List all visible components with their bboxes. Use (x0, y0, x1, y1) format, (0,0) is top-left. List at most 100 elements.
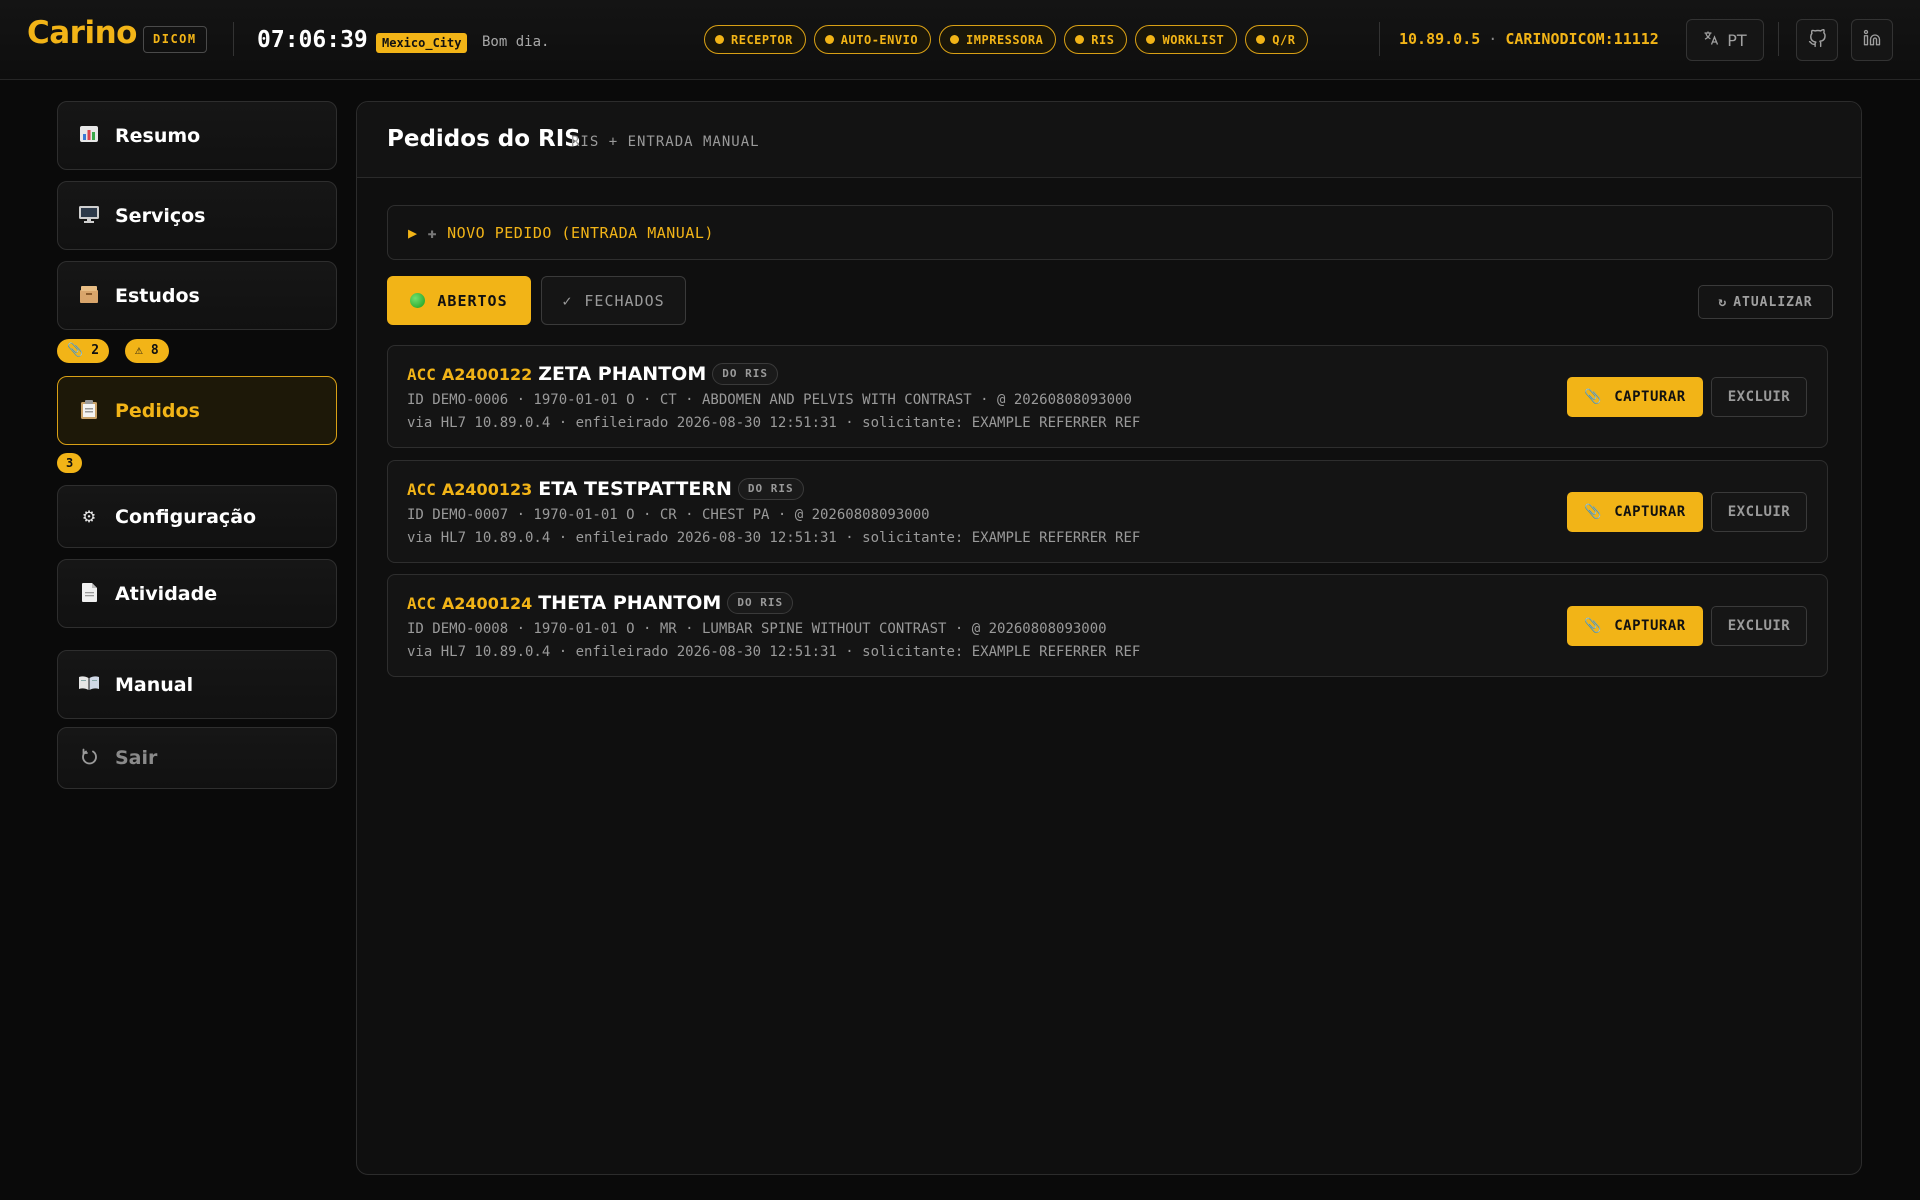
patient-name: ZETA PHANTOM (538, 363, 707, 385)
accession-number: A2400124 (441, 593, 533, 613)
accession-prefix: ACC (407, 479, 436, 499)
tag-icon: 📎 (67, 343, 84, 358)
order-meta: via HL7 10.89.0.4 · enfileirado 2026-08-… (407, 530, 1141, 546)
host-ip: 10.89.0.5 (1399, 30, 1481, 48)
app-logo[interactable]: Carino (27, 18, 137, 49)
patient-name: ETA TESTPATTERN (538, 478, 732, 500)
gear-icon: ⚙ (81, 506, 97, 526)
status-dot-icon (715, 35, 724, 44)
sidebar-item-label: Configuração (115, 505, 257, 528)
tagged-count: 2 (91, 343, 100, 358)
order-heading: ACC A2400123 ETA TESTPATTERN DO RIS (407, 478, 804, 500)
capture-label: CAPTURAR (1614, 504, 1686, 520)
sidebar-item-servicos[interactable]: Serviços (57, 181, 337, 250)
service-pill-auto-envio[interactable]: AUTO-ENVIO (813, 25, 932, 54)
warnings-badge: ⚠ 8 (125, 339, 169, 363)
tab-label: FECHADOS (584, 291, 665, 310)
triangle-right-icon: ▶ (408, 223, 418, 242)
capture-label: CAPTURAR (1614, 618, 1686, 634)
plus-icon: ✚ (427, 223, 438, 242)
service-pill-receptor[interactable]: RECEPTOR (704, 25, 806, 54)
sidebar-item-sair[interactable]: Sair (57, 727, 337, 789)
host-separator: · (1488, 30, 1498, 48)
tagged-studies-badge: 📎 2 (57, 339, 110, 363)
sidebar-item-label: Atividade (115, 582, 218, 605)
order-card: ACC A2400123 ETA TESTPATTERN DO RIS ID D… (387, 460, 1828, 563)
power-icon (79, 748, 99, 768)
divider (233, 22, 234, 56)
service-pill-ris[interactable]: RIS (1064, 25, 1128, 54)
orders-panel: Pedidos do RIS RIS + ENTRADA MANUAL ▶ ✚ … (356, 101, 1862, 1175)
sidebar-item-estudos[interactable]: Estudos (57, 261, 337, 330)
clipboard-icon (79, 399, 99, 422)
source-badge: DO RIS (727, 592, 794, 614)
tag-icon: 📎 (1584, 618, 1603, 634)
order-meta: via HL7 10.89.0.4 · enfileirado 2026-08-… (407, 644, 1141, 660)
order-heading: ACC A2400124 THETA PHANTOM DO RIS (407, 592, 794, 614)
delete-button[interactable]: EXCLUIR (1711, 606, 1807, 646)
sidebar-item-label: Estudos (115, 284, 200, 307)
linkedin-icon (1863, 29, 1881, 51)
tab-label: ABERTOS (437, 291, 508, 310)
delete-button[interactable]: EXCLUIR (1711, 377, 1807, 417)
timezone-badge: Mexico_City (376, 33, 468, 53)
refresh-label: ATUALIZAR (1733, 294, 1813, 310)
new-order-toggle[interactable]: ▶ ✚ NOVO PEDIDO (ENTRADA MANUAL) (387, 205, 1833, 260)
status-dot-icon (1146, 35, 1156, 44)
document-icon (79, 582, 99, 605)
order-details: ID DEMO-0007 · 1970-01-01 O · CR · CHEST… (407, 507, 930, 523)
capture-button[interactable]: 📎 CAPTURAR (1567, 492, 1703, 532)
service-pill-impressora[interactable]: IMPRESSORA (939, 25, 1057, 54)
service-pill-qr[interactable]: Q/R (1245, 25, 1309, 54)
warnings-count: 8 (150, 343, 159, 358)
bar-chart-icon (79, 126, 99, 145)
linkedin-button[interactable] (1851, 19, 1893, 61)
sidebar-item-label: Serviços (115, 204, 206, 227)
tab-open-orders[interactable]: ABERTOS (387, 276, 531, 325)
box-icon (79, 285, 99, 306)
capture-button[interactable]: 📎 CAPTURAR (1567, 606, 1703, 646)
github-button[interactable] (1796, 19, 1838, 61)
divider (1778, 22, 1779, 56)
github-icon (1808, 28, 1827, 52)
delete-button[interactable]: EXCLUIR (1711, 492, 1807, 532)
sidebar-item-label: Pedidos (115, 399, 200, 422)
translate-icon (1703, 30, 1719, 50)
refresh-button[interactable]: ↻ ATUALIZAR (1698, 285, 1833, 319)
service-pill-worklist[interactable]: WORKLIST (1135, 25, 1238, 54)
accession-number: A2400122 (441, 364, 533, 384)
service-pill-label: WORKLIST (1162, 32, 1225, 47)
order-details: ID DEMO-0008 · 1970-01-01 O · MR · LUMBA… (407, 621, 1107, 637)
logo-tag: DICOM (143, 26, 207, 53)
order-heading: ACC A2400122 ZETA PHANTOM DO RIS (407, 363, 778, 385)
green-circle-icon (410, 293, 426, 308)
sidebar-item-manual[interactable]: Manual (57, 650, 337, 719)
tag-icon: 📎 (1584, 389, 1603, 405)
service-pill-label: RIS (1091, 32, 1115, 47)
greeting: Bom dia. (482, 34, 550, 50)
source-badge: DO RIS (712, 363, 778, 385)
patient-name: THETA PHANTOM (538, 592, 722, 614)
sidebar-item-atividade[interactable]: Atividade (57, 559, 337, 628)
warning-icon: ⚠ (135, 343, 143, 358)
language-label: PT (1727, 30, 1747, 50)
status-dot-icon (950, 35, 960, 44)
host-ae-title: CARINODICOM:11112 (1505, 30, 1659, 48)
top-bar: Carino DICOM 07:06:39 Mexico_City Bom di… (0, 0, 1920, 80)
order-details: ID DEMO-0006 · 1970-01-01 O · CT · ABDOM… (407, 392, 1132, 408)
capture-button[interactable]: 📎 CAPTURAR (1567, 377, 1703, 417)
service-pill-label: Q/R (1272, 32, 1296, 47)
accession-prefix: ACC (407, 593, 436, 613)
sidebar-item-pedidos[interactable]: Pedidos (57, 376, 337, 445)
status-dot-icon (824, 35, 834, 44)
sidebar-item-configuracao[interactable]: ⚙ Configuração (57, 485, 337, 548)
order-card: ACC A2400122 ZETA PHANTOM DO RIS ID DEMO… (387, 345, 1828, 448)
sidebar-item-label: Manual (115, 673, 194, 696)
clock: 07:06:39 (257, 27, 368, 53)
monitor-icon (79, 205, 99, 226)
panel-header: Pedidos do RIS RIS + ENTRADA MANUAL (357, 102, 1861, 178)
language-button[interactable]: PT (1686, 19, 1764, 61)
service-pill-label: AUTO-ENVIO (840, 32, 919, 47)
sidebar-item-resumo[interactable]: Resumo (57, 101, 337, 170)
tab-closed-orders[interactable]: ✓ FECHADOS (541, 276, 686, 325)
